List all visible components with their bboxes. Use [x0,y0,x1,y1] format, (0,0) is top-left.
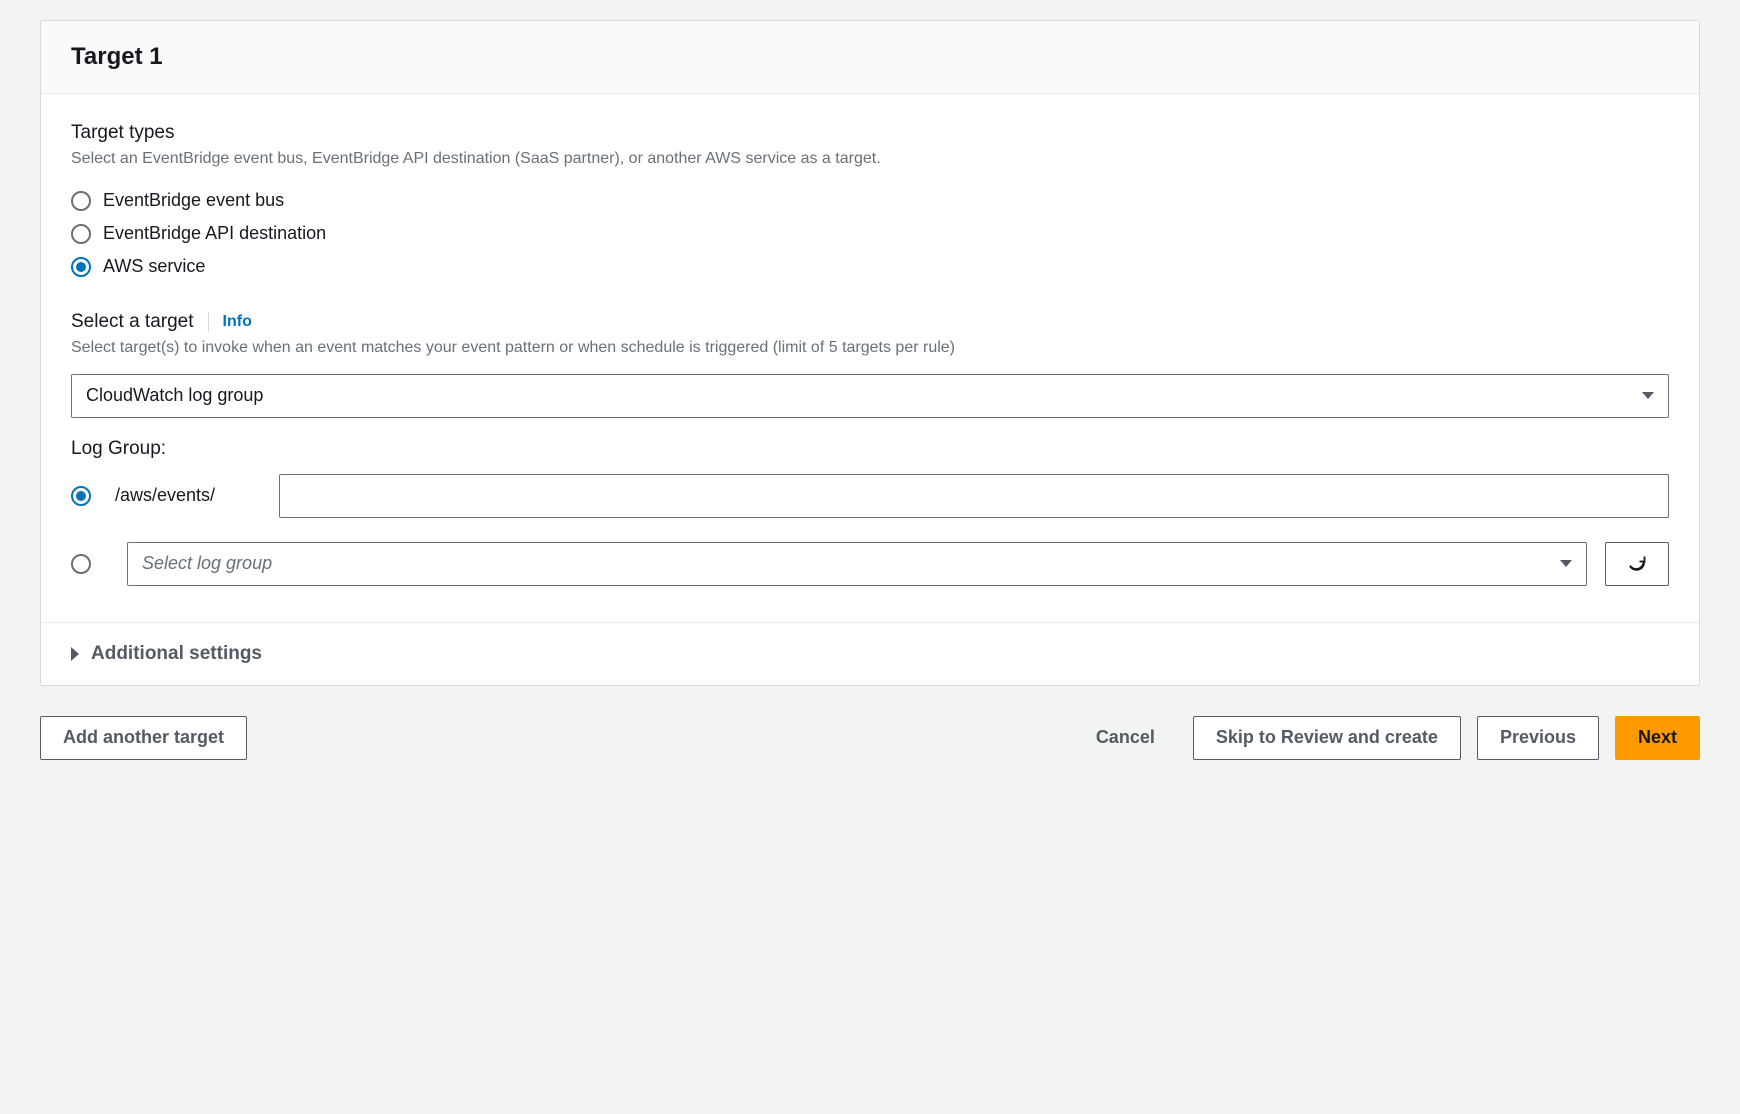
actions-right: Cancel Skip to Review and create Previou… [1074,716,1700,760]
next-button[interactable]: Next [1615,716,1700,760]
previous-button[interactable]: Previous [1477,716,1599,760]
refresh-icon [1627,554,1647,574]
radio-eventbridge-api-destination[interactable]: EventBridge API destination [71,217,1669,250]
target-panel: Target 1 Target types Select an EventBri… [40,20,1700,686]
log-group-select[interactable]: Select log group [127,542,1587,586]
radio-aws-service[interactable]: AWS service [71,250,1669,283]
log-group-section: Log Group: /aws/events/ Select log group [71,438,1669,586]
log-group-existing-row: Select log group [71,542,1669,586]
cancel-button[interactable]: Cancel [1074,716,1177,760]
additional-settings-toggle[interactable]: Additional settings [71,643,1669,665]
target-types-heading: Target types [71,122,1669,144]
target-types-description: Select an EventBridge event bus, EventBr… [71,148,1669,170]
radio-icon [71,191,91,211]
select-target-section: Select a target Info Select target(s) to… [71,311,1669,417]
radio-icon [71,257,91,277]
log-group-new-row: /aws/events/ [71,474,1669,518]
target-select-value: CloudWatch log group [86,385,263,406]
target-select[interactable]: CloudWatch log group [71,374,1669,418]
log-group-select-placeholder: Select log group [142,553,272,574]
add-another-target-button[interactable]: Add another target [40,716,247,760]
radio-label: EventBridge event bus [103,190,284,211]
chevron-right-icon [71,647,79,661]
refresh-button[interactable] [1605,542,1669,586]
actions-bar: Add another target Cancel Skip to Review… [40,716,1700,760]
radio-label: EventBridge API destination [103,223,326,244]
chevron-down-icon [1642,392,1654,399]
log-group-heading: Log Group: [71,438,1669,460]
chevron-down-icon [1560,560,1572,567]
panel-title: Target 1 [71,43,1669,71]
radio-log-group-new[interactable] [71,486,91,506]
divider [208,312,209,332]
target-types-section: Target types Select an EventBridge event… [71,122,1669,283]
select-target-heading: Select a target [71,311,194,333]
select-target-label-row: Select a target Info [71,311,1669,333]
radio-eventbridge-event-bus[interactable]: EventBridge event bus [71,184,1669,217]
log-group-name-input[interactable] [279,474,1669,518]
radio-log-group-existing[interactable] [71,554,91,574]
target-types-radio-group: EventBridge event bus EventBridge API de… [71,184,1669,283]
panel-body: Target types Select an EventBridge event… [41,94,1699,622]
additional-settings-label: Additional settings [91,643,262,665]
select-target-description: Select target(s) to invoke when an event… [71,337,1669,359]
panel-footer: Additional settings [41,622,1699,685]
skip-to-review-button[interactable]: Skip to Review and create [1193,716,1461,760]
log-group-prefix: /aws/events/ [115,485,243,506]
radio-label: AWS service [103,256,205,277]
radio-icon [71,224,91,244]
info-link[interactable]: Info [223,313,252,331]
panel-header: Target 1 [41,21,1699,94]
